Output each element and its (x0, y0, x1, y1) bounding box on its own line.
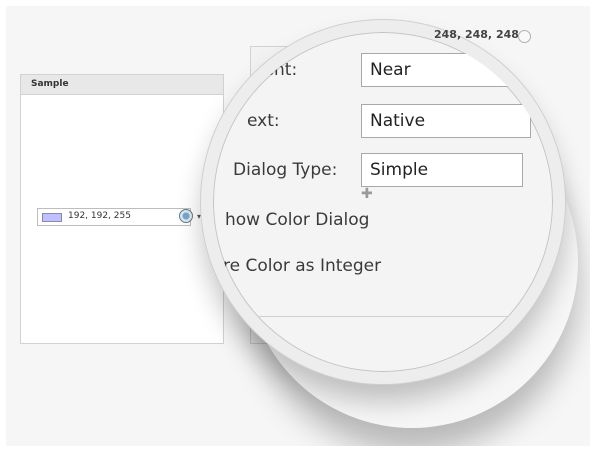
dialog-type-select[interactable]: Simple (361, 153, 523, 187)
color-swatch (42, 213, 62, 222)
color-value-text: 192, 192, 255 (68, 211, 131, 221)
crosshair-icon: ✚ (361, 186, 373, 202)
magnifier-lens: ment: Near ext: Native Dialog Type: Simp… (201, 20, 565, 384)
dialog-type-label: Dialog Type: (233, 160, 338, 180)
color-picker-button[interactable] (179, 209, 193, 223)
store-color-integer-label[interactable]: re Color as Integer (223, 256, 381, 276)
context-label: ext: (247, 111, 280, 131)
sample-panel-header: Sample (21, 75, 223, 95)
corner-mark (233, 298, 240, 305)
magnifier-content: ment: Near ext: Native Dialog Type: Simp… (213, 32, 553, 372)
show-color-dialog-label[interactable]: how Color Dialog (225, 210, 369, 230)
alignment-label: ment: (247, 60, 298, 80)
divider (221, 316, 541, 317)
sample-panel: Sample 192, 192, 255 ▾ (20, 74, 224, 344)
color-preview-dot (518, 30, 531, 43)
color-editor-input[interactable]: 192, 192, 255 (37, 208, 191, 226)
canvas: Sample 192, 192, 255 ▾ ment: Near ext: N… (6, 6, 590, 446)
context-select[interactable]: Native (361, 104, 531, 138)
rgb-readout: 248, 248, 248 (434, 28, 519, 41)
alignment-select[interactable]: Near (361, 53, 531, 87)
